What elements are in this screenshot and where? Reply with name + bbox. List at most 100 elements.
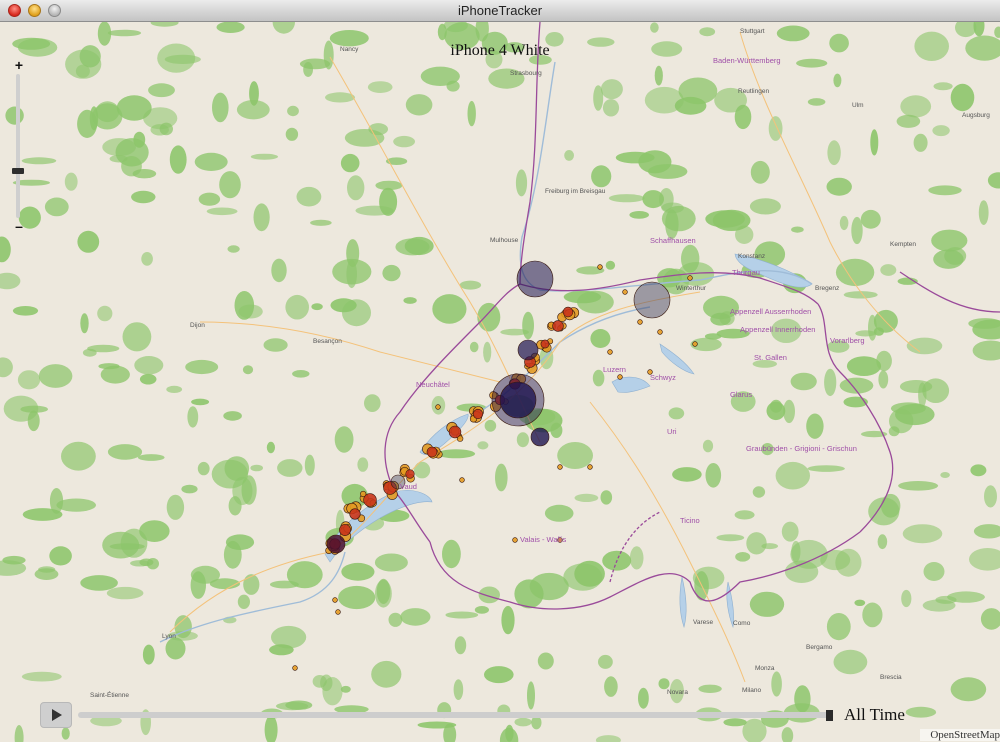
forest-patch (166, 385, 183, 393)
forest-patch (681, 244, 700, 273)
region-label: Vaud (400, 482, 417, 491)
forest-patch (285, 294, 310, 320)
zoom-in-button[interactable]: + (12, 58, 26, 72)
forest-patch (973, 524, 1000, 539)
small-location-point (557, 464, 563, 470)
forest-patch (705, 210, 745, 228)
forest-patch (860, 209, 881, 229)
forest-patch (243, 574, 260, 595)
small-location-point (687, 275, 693, 281)
forest-patch (950, 83, 975, 112)
forest-patch (776, 25, 810, 42)
forest-patch (142, 644, 155, 665)
forest-patch (49, 546, 72, 566)
forest-patch (150, 22, 179, 27)
region-label: Graubünden - Grigioni - Grischun (746, 444, 857, 453)
map-attribution: OpenStreetMap (920, 729, 1000, 741)
forest-patch (0, 272, 21, 290)
forest-patch (227, 245, 240, 253)
forest-patch (77, 230, 100, 253)
forest-patch (605, 260, 616, 270)
forest-patch (61, 727, 70, 740)
forest-patch (44, 197, 69, 217)
forest-patch (923, 562, 945, 581)
zoom-out-button[interactable]: – (12, 219, 26, 233)
forest-patch (515, 169, 528, 197)
forest-patch (357, 457, 369, 472)
forest-patch (17, 38, 58, 57)
region-label: Baden-Württemberg (713, 56, 781, 65)
forest-patch (17, 370, 41, 390)
forest-patch (223, 411, 242, 421)
forest-patch (868, 314, 877, 341)
forest-patch (896, 114, 921, 128)
forest-patch (932, 125, 950, 137)
small-location-point (459, 477, 465, 483)
forest-patch (980, 608, 1000, 630)
city-label: Stuttgart (740, 28, 765, 35)
forest-patch (219, 171, 241, 199)
time-slider-thumb[interactable] (826, 710, 833, 721)
forest-patch (65, 49, 102, 79)
forest-patch (702, 439, 714, 453)
forest-patch (522, 311, 534, 340)
forest-patch (994, 26, 1000, 38)
forest-patch (839, 215, 849, 231)
zoom-slider-thumb[interactable] (12, 168, 24, 174)
medium-location-point (363, 493, 377, 507)
forest-patch (276, 702, 309, 711)
forest-patch (292, 370, 310, 378)
city-label: Besançon (313, 338, 342, 345)
region-label: Uri (667, 427, 677, 436)
forest-patch (862, 602, 883, 628)
map-canvas[interactable] (0, 22, 1000, 742)
forest-patch (600, 490, 613, 505)
forest-patch (781, 727, 794, 742)
region-label: Schwyz (650, 373, 676, 382)
forest-patch (21, 157, 57, 165)
map-view[interactable]: Nancy Strasbourg Stuttgart Reutlingen Ulm Aug… (0, 22, 1000, 742)
forest-patch (347, 175, 365, 201)
forest-patch (658, 678, 670, 690)
forest-patch (557, 442, 593, 469)
medium-location-point (472, 408, 484, 420)
play-icon (52, 709, 62, 721)
lake-maggiore (679, 576, 687, 629)
play-button[interactable] (40, 702, 72, 728)
forest-patch (164, 54, 201, 64)
small-location-point (607, 349, 613, 355)
forest-patch (374, 553, 408, 572)
forest-patch (134, 356, 164, 375)
forest-patch (969, 548, 1000, 571)
forest-patch (82, 348, 97, 357)
forest-patch (64, 172, 78, 191)
forest-patch (648, 164, 688, 179)
time-slider-track[interactable] (78, 712, 830, 718)
forest-patch (454, 636, 467, 655)
lake-zurich (659, 343, 695, 375)
city-label: Mulhouse (490, 237, 519, 244)
forest-patch (12, 306, 39, 316)
forest-patch (150, 124, 169, 136)
forest-patch (212, 92, 229, 123)
small-location-point (637, 319, 643, 325)
small-location-point (617, 374, 623, 380)
forest-patch (0, 357, 13, 378)
forest-patch (477, 441, 489, 450)
forest-patch (277, 459, 303, 477)
forest-patch (918, 382, 927, 408)
forest-patch (371, 660, 402, 688)
forest-patch (446, 80, 460, 92)
small-location-point (597, 264, 603, 270)
forest-patch (478, 586, 500, 604)
medium-location-point (552, 320, 564, 332)
forest-patch (272, 22, 295, 34)
title-bar[interactable]: iPhoneTracker (0, 0, 1000, 22)
zoom-slider-track[interactable] (16, 74, 20, 218)
forest-patch (807, 98, 826, 106)
forest-patch (285, 127, 299, 141)
forest-patch (913, 133, 928, 152)
forest-patch (442, 539, 461, 569)
forest-patch (978, 200, 989, 226)
forest-patch (459, 280, 482, 290)
